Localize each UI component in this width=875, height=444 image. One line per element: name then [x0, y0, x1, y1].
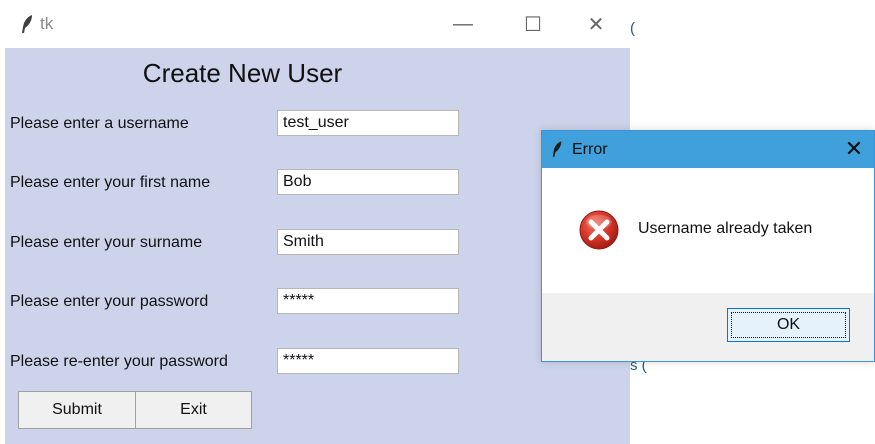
page-title: Create New User	[142, 58, 343, 88]
first-name-row: Please enter your first name Bob	[0, 169, 630, 197]
maximize-button[interactable]: ☐	[518, 10, 548, 38]
error-message: Username already taken	[638, 220, 813, 237]
dialog-close-button[interactable]: ✕	[842, 136, 866, 161]
confirm-password-input[interactable]: *****	[277, 348, 459, 374]
dialog-footer: OK	[542, 293, 874, 361]
error-dialog: Error ✕ Username already taken OK	[541, 130, 875, 362]
surname-input[interactable]: Smith	[277, 229, 459, 255]
desktop-stage: tk — ☐ ✕ Create New User Please enter a …	[0, 0, 875, 444]
confirm-password-label: Please re-enter your password	[10, 353, 228, 370]
ok-button-label: OK	[731, 312, 846, 338]
window-title: tk	[40, 14, 54, 33]
password-input[interactable]: *****	[277, 288, 459, 314]
window-titlebar[interactable]: tk — ☐ ✕	[0, 0, 630, 48]
password-label: Please enter your password	[10, 293, 209, 310]
first-name-input[interactable]: Bob	[277, 169, 459, 195]
ok-button[interactable]: OK	[727, 308, 850, 342]
maximize-icon: ☐	[524, 13, 542, 36]
close-icon: ✕	[587, 13, 605, 36]
username-row: Please enter a username test_user	[0, 110, 630, 138]
tk-feather-icon	[22, 15, 32, 33]
tk-feather-icon	[552, 141, 562, 157]
dialog-body: Username already taken	[542, 168, 874, 293]
first-name-label: Please enter your first name	[10, 174, 211, 191]
close-icon: ✕	[844, 136, 864, 161]
background-text-fragment: (	[630, 20, 635, 37]
dialog-title: Error	[572, 141, 608, 158]
username-input[interactable]: test_user	[277, 110, 459, 136]
dialog-titlebar[interactable]: Error ✕	[542, 131, 874, 168]
minimize-icon: —	[453, 12, 473, 35]
username-label: Please enter a username	[10, 115, 189, 132]
error-icon	[579, 210, 619, 250]
submit-button[interactable]: Submit	[18, 391, 136, 429]
minimize-button[interactable]: —	[448, 10, 478, 38]
exit-button[interactable]: Exit	[135, 391, 252, 429]
close-button[interactable]: ✕	[581, 10, 611, 38]
surname-row: Please enter your surname Smith	[0, 229, 630, 257]
create-user-window: tk — ☐ ✕ Create New User Please enter a …	[0, 0, 630, 444]
surname-label: Please enter your surname	[10, 234, 203, 251]
password-row: Please enter your password *****	[0, 288, 630, 316]
confirm-password-row: Please re-enter your password *****	[0, 348, 630, 376]
